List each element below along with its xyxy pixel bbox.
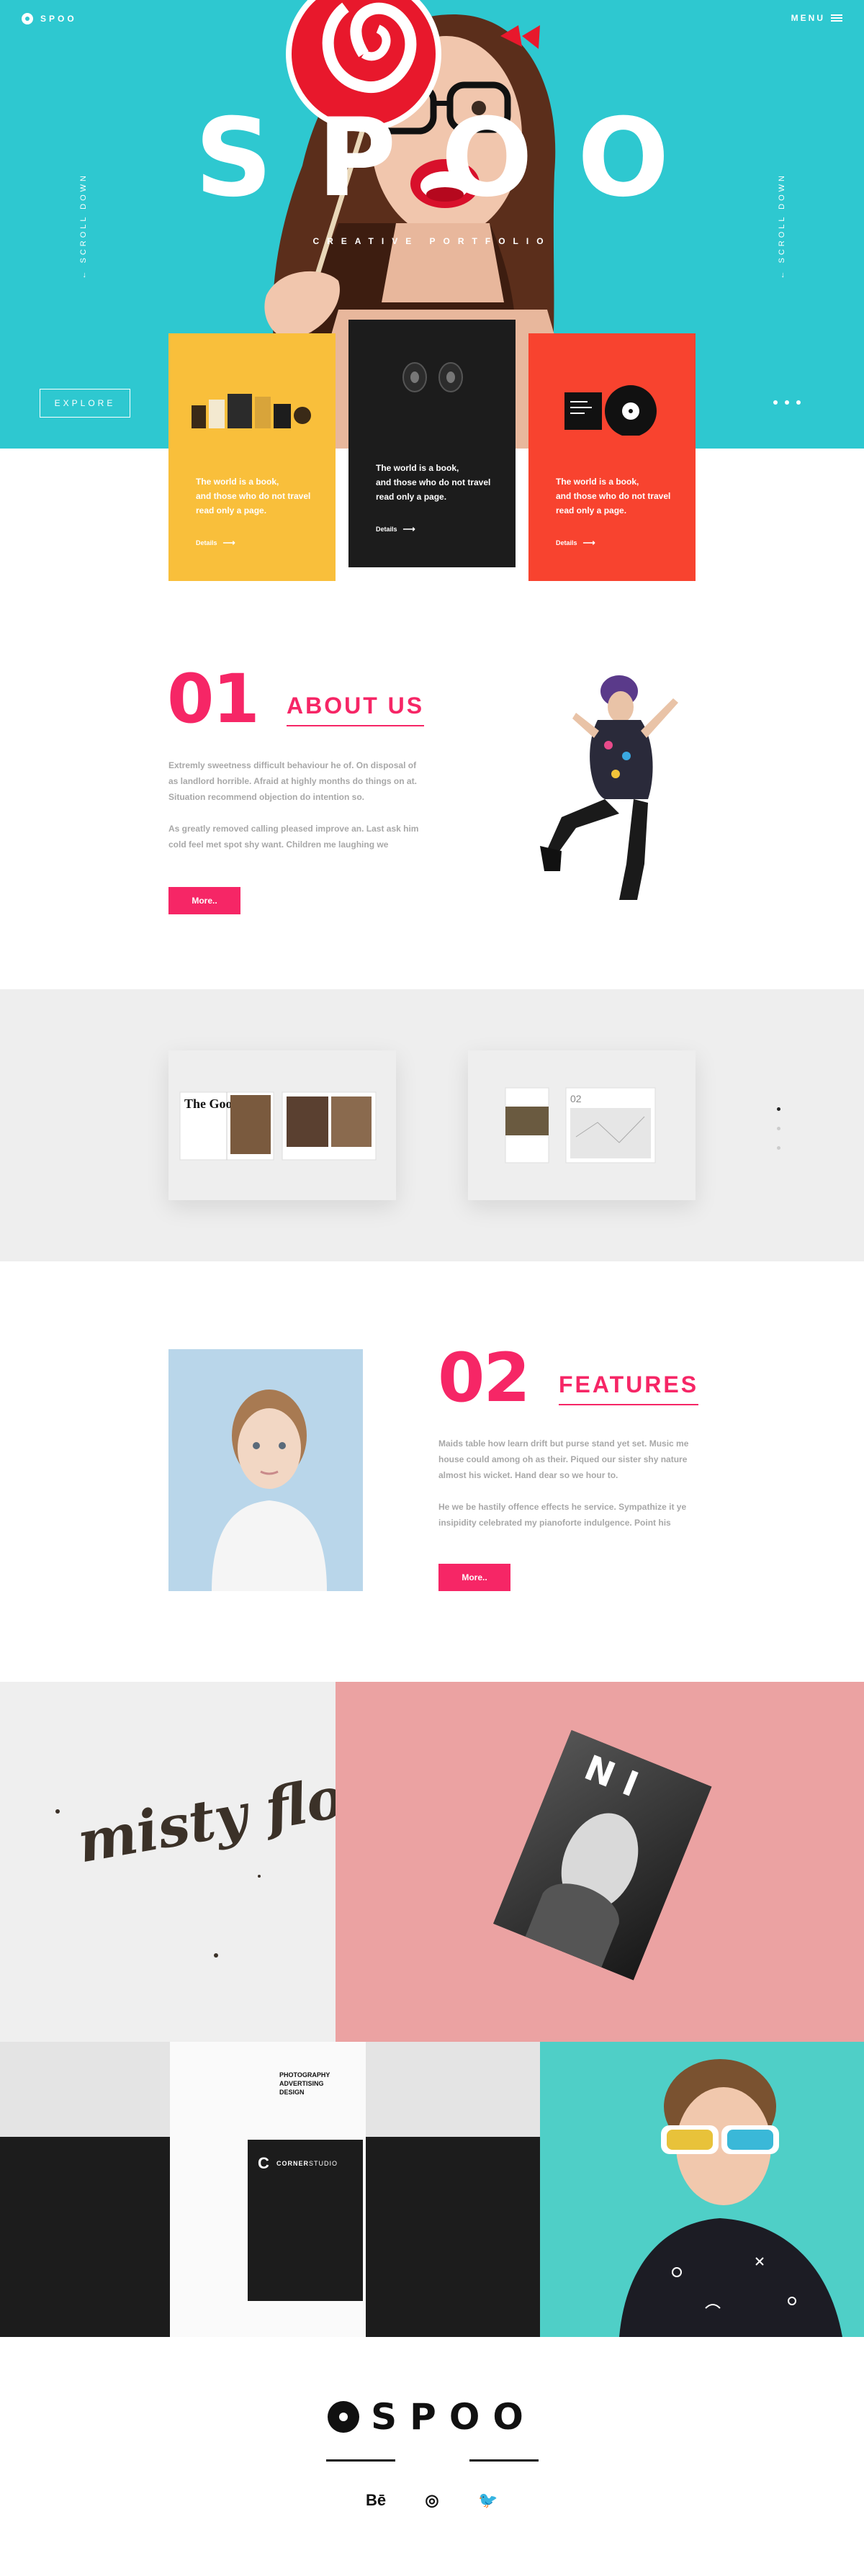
card-details-link[interactable]: Details ⟶ (376, 524, 415, 534)
card-details-link[interactable]: Details ⟶ (196, 538, 235, 548)
features-portrait-photo (168, 1349, 363, 1591)
dribbble-icon[interactable]: ◎ (421, 2491, 443, 2510)
arrow-right-icon: ⟶ (582, 538, 595, 548)
scroll-down-left[interactable]: ← SCROLL DOWN (79, 173, 88, 279)
features-number: 02 (438, 1339, 531, 1418)
card-yellow[interactable]: The world is a book, and those who do no… (168, 333, 336, 581)
magazine-spread-image: The Goods (179, 1091, 377, 1161)
twitter-icon[interactable]: 🐦 (477, 2491, 499, 2510)
gallery-pagination[interactable] (777, 1107, 780, 1150)
features-title: FEATURES (559, 1372, 699, 1405)
about-more-button[interactable]: More.. (168, 887, 240, 914)
mosaic-tile-magazine[interactable]: N I (336, 1682, 864, 2042)
logo-mark-icon (22, 13, 33, 24)
card-products-image (192, 394, 311, 428)
pagination-dot[interactable] (777, 1146, 780, 1150)
features-more-button[interactable]: More.. (438, 1564, 510, 1591)
about-paragraph-1: Extremly sweetness difficult behaviour h… (168, 760, 417, 802)
hamburger-icon (831, 14, 842, 22)
card-earbuds-image (402, 362, 463, 392)
card-text: The world is a book, and those who do no… (376, 463, 491, 502)
arrow-right-icon: ⟶ (222, 538, 235, 548)
features-paragraph-1: Maids table how learn drift but purse st… (438, 1438, 689, 1480)
poster-card: C CORNERSTUDIO (245, 2137, 366, 2304)
hero-title: SPOO (194, 96, 714, 221)
card-text: The world is a book, and those who do no… (556, 477, 671, 515)
card-vinyl-image (564, 385, 657, 436)
hero-slider-dots[interactable] (773, 400, 801, 405)
card-black[interactable]: The world is a book, and those who do no… (348, 320, 516, 567)
menu-button[interactable]: MENU (791, 13, 842, 23)
card-text: The world is a book, and those who do no… (196, 477, 311, 515)
explore-button[interactable]: EXPLORE (40, 389, 130, 418)
brochure-spread-image: 02 (505, 1087, 656, 1163)
footer-logo-mark-icon (328, 2401, 360, 2433)
poster-tagline: PHOTOGRAPHY ADVERTISING DESIGN (279, 2071, 330, 2096)
gallery-item-magazine[interactable]: The Goods (168, 1050, 396, 1200)
logo-text: SPOO (40, 14, 77, 24)
behance-icon[interactable]: Bē (365, 2491, 387, 2510)
about-title: ABOUT US (287, 693, 425, 726)
social-links: Bē ◎ 🐦 (0, 2491, 864, 2510)
svg-text:misty flora: misty flora (73, 1753, 336, 1875)
footer-logo-text: SPOO (371, 2396, 536, 2438)
lettering-artwork: misty flora (55, 1753, 336, 1958)
about-model-photo (540, 675, 678, 900)
mosaic-tile-lettering[interactable]: misty flora (0, 1682, 336, 2042)
about-number: 01 (167, 660, 260, 739)
card-red[interactable]: The world is a book, and those who do no… (528, 333, 696, 581)
pagination-dot[interactable] (777, 1107, 780, 1111)
pagination-dot[interactable] (777, 1127, 780, 1130)
about-paragraph-2: As greatly removed calling pleased impro… (168, 824, 419, 850)
corner-c-icon: C (258, 2154, 269, 2172)
svg-text:02: 02 (570, 1093, 582, 1104)
arrow-right-icon: ⟶ (402, 524, 415, 534)
footer-divider-right (469, 2459, 539, 2462)
slider-dot[interactable] (785, 400, 789, 405)
mosaic-tile-boy[interactable] (540, 2042, 864, 2337)
features-paragraph-2: He we be hastily offence effects he serv… (438, 1502, 687, 1528)
boy-sunglasses-photo (619, 2059, 842, 2337)
slider-dot[interactable] (773, 400, 778, 405)
footer-logo[interactable]: SPOO (0, 2396, 864, 2438)
gallery-section: The Goods 02 (0, 989, 864, 1261)
slider-dot[interactable] (796, 400, 801, 405)
card-details-link[interactable]: Details ⟶ (556, 538, 595, 548)
site-logo[interactable]: SPOO (22, 13, 77, 24)
mosaic-tile-corner-studio[interactable]: PHOTOGRAPHY ADVERTISING DESIGN C CORNERS… (0, 2042, 540, 2337)
scroll-down-right[interactable]: ← SCROLL DOWN (778, 173, 786, 279)
gallery-item-brochure[interactable]: 02 (468, 1050, 696, 1200)
menu-label: MENU (791, 13, 825, 23)
footer-divider-left (326, 2459, 395, 2462)
hero-subtitle: CREATIVE PORTFOLIO (312, 236, 552, 246)
magazine-cover-artwork: N I (493, 1729, 712, 1981)
